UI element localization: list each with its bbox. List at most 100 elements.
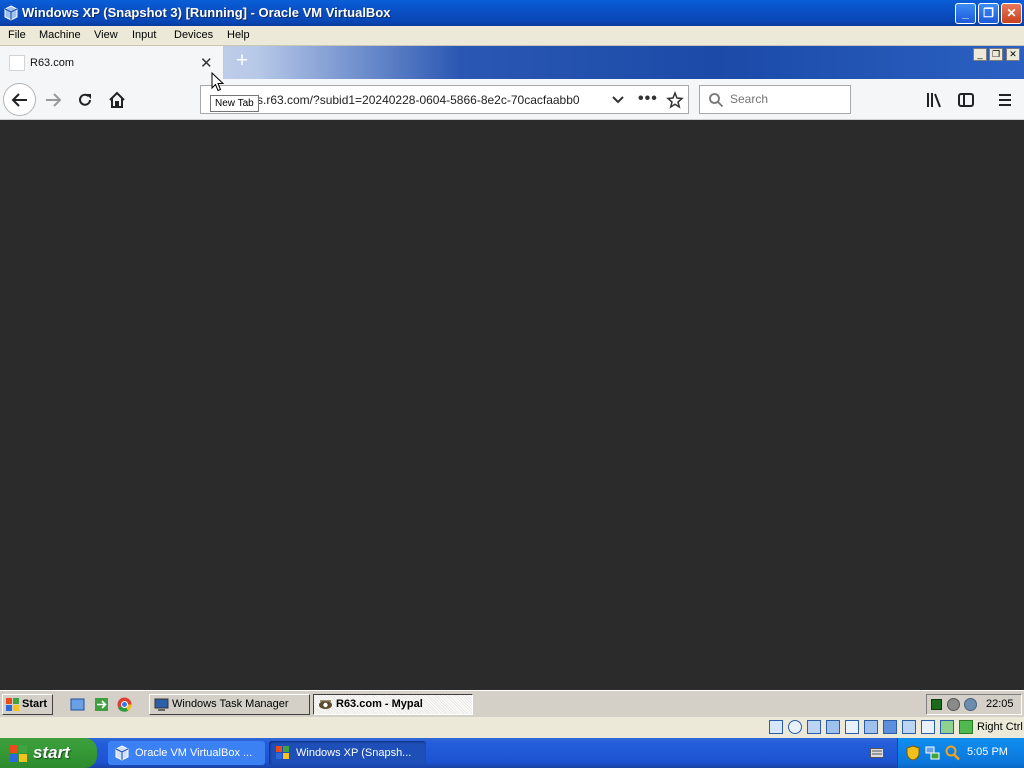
menu-button[interactable] xyxy=(993,88,1017,112)
new-tab-tooltip: New Tab xyxy=(210,95,259,112)
sidebar-icon xyxy=(958,93,974,107)
menu-file[interactable]: File xyxy=(8,29,26,41)
virtualbox-status-bar: Right Ctrl xyxy=(0,717,1024,738)
bookmark-star-icon[interactable] xyxy=(666,91,684,109)
browser-restore-button[interactable]: ❐ xyxy=(989,48,1003,61)
chrome-icon[interactable] xyxy=(117,697,132,712)
tray-network-icon[interactable] xyxy=(964,698,977,711)
host-title-bar[interactable]: Windows XP (Snapshot 3) [Running] - Orac… xyxy=(0,0,1024,26)
shared-folders-icon[interactable] xyxy=(864,720,878,734)
restore-icon: ❐ xyxy=(991,49,1001,59)
windows-vm-icon xyxy=(276,746,289,759)
menu-machine[interactable]: Machine xyxy=(39,29,81,41)
guest-start-label: Start xyxy=(22,698,48,710)
url-text[interactable]: s.r63.com/?subid1=20240228-0604-5866-8e2… xyxy=(257,93,603,107)
new-tab-button[interactable]: + xyxy=(231,50,253,72)
mouse-integration-icon[interactable] xyxy=(940,720,954,734)
page-favicon-icon xyxy=(9,55,25,71)
network-icon[interactable] xyxy=(826,720,840,734)
tab-close-icon[interactable]: ✕ xyxy=(200,54,213,72)
optical-drive-icon[interactable] xyxy=(788,720,802,734)
home-button[interactable] xyxy=(105,88,129,112)
hamburger-menu-icon xyxy=(999,94,1011,106)
keyboard-capture-icon[interactable] xyxy=(959,720,973,734)
restore-button[interactable]: ❐ xyxy=(978,3,999,24)
host-clock: 5:05 PM xyxy=(967,746,1008,758)
host-start-button[interactable]: start xyxy=(0,738,97,768)
tab-title: R63.com xyxy=(30,57,75,69)
guest-start-button[interactable]: Start xyxy=(2,694,53,715)
home-icon xyxy=(109,91,125,108)
security-shield-icon[interactable] xyxy=(906,745,920,761)
host-task-label: Windows XP (Snapsh... xyxy=(296,747,412,759)
host-menu-bar: File Machine View Input Devices Help xyxy=(0,26,1024,46)
cpu-icon[interactable] xyxy=(921,720,935,734)
audio-icon[interactable] xyxy=(807,720,821,734)
hard-disk-icon[interactable] xyxy=(769,720,783,734)
menu-input[interactable]: Input xyxy=(132,29,156,41)
host-task-windows-xp-vm[interactable]: Windows XP (Snapsh... xyxy=(269,741,426,765)
library-button[interactable] xyxy=(922,88,946,112)
close-icon: ✕ xyxy=(1009,49,1017,59)
network-connection-icon[interactable] xyxy=(925,745,940,761)
tray-speaker-icon[interactable] xyxy=(947,698,960,711)
search-bar[interactable] xyxy=(699,85,851,114)
search-icon xyxy=(709,93,724,108)
menu-view[interactable]: View xyxy=(94,29,118,41)
sidebar-button[interactable] xyxy=(954,88,978,112)
search-input[interactable] xyxy=(730,92,845,106)
windows-flag-icon xyxy=(6,698,19,711)
browser-close-button[interactable]: ✕ xyxy=(1006,48,1020,61)
chevron-down-icon[interactable] xyxy=(611,94,625,106)
minimize-icon: _ xyxy=(977,49,983,59)
guest-task-mypal[interactable]: R63.com - Mypal xyxy=(313,694,473,715)
recording-icon[interactable] xyxy=(902,720,916,734)
guest-task-label: R63.com - Mypal xyxy=(336,698,423,710)
forward-arrow-icon xyxy=(46,93,62,107)
tray-monitor-icon[interactable] xyxy=(931,699,942,710)
browser-tab-strip: R63.com ✕ + _ ❐ ✕ xyxy=(0,46,1024,79)
browser-minimize-button[interactable]: _ xyxy=(973,48,987,61)
mouse-cursor-icon xyxy=(211,72,224,92)
virtualbox-icon xyxy=(115,745,129,761)
reload-icon xyxy=(79,93,91,106)
task-manager-icon xyxy=(154,698,169,711)
usb-icon[interactable] xyxy=(845,720,859,734)
forward-button[interactable] xyxy=(41,88,65,112)
search-magnifier-icon[interactable] xyxy=(945,745,960,761)
host-key-label: Right Ctrl xyxy=(977,721,1023,733)
tab-r63[interactable]: R63.com ✕ xyxy=(0,46,224,79)
back-button[interactable] xyxy=(3,83,36,116)
guest-task-task-manager[interactable]: Windows Task Manager xyxy=(149,694,310,715)
keyboard-layout-icon[interactable] xyxy=(870,748,884,758)
host-start-label: start xyxy=(33,743,70,762)
display-icon[interactable] xyxy=(883,720,897,734)
plus-icon: + xyxy=(235,49,249,72)
reload-button[interactable] xyxy=(73,88,97,112)
close-button[interactable]: ✕ xyxy=(1001,3,1022,24)
menu-devices[interactable]: Devices xyxy=(174,29,213,41)
host-window-title: Windows XP (Snapshot 3) [Running] - Orac… xyxy=(22,5,391,20)
guest-system-tray: 22:05 xyxy=(926,694,1022,715)
page-content-area[interactable] xyxy=(0,120,1024,690)
mypal-icon xyxy=(319,700,332,709)
back-arrow-icon xyxy=(11,92,27,107)
host-task-label: Oracle VM VirtualBox ... xyxy=(135,747,253,759)
menu-help[interactable]: Help xyxy=(227,29,250,41)
quick-launch-arrow-icon[interactable] xyxy=(94,697,109,712)
virtualbox-icon xyxy=(4,5,18,21)
minimize-icon: _ xyxy=(962,6,969,20)
guest-taskbar: Start Windows Task Manager R63.com - Myp… xyxy=(0,690,1024,717)
library-icon xyxy=(927,93,941,108)
guest-task-label: Windows Task Manager xyxy=(172,698,289,710)
host-taskbar: start Oracle VM VirtualBox ... Windows X… xyxy=(0,738,1024,768)
url-bar[interactable]: s.r63.com/?subid1=20240228-0604-5866-8e2… xyxy=(200,85,689,114)
close-icon: ✕ xyxy=(1006,6,1017,20)
host-system-tray: 5:05 PM xyxy=(897,738,1024,768)
minimize-button[interactable]: _ xyxy=(955,3,976,24)
restore-icon: ❐ xyxy=(983,6,994,20)
guest-clock: 22:05 xyxy=(986,698,1014,710)
show-desktop-icon[interactable] xyxy=(70,697,85,712)
host-task-virtualbox[interactable]: Oracle VM VirtualBox ... xyxy=(108,741,265,765)
page-actions-icon[interactable]: ••• xyxy=(638,90,658,108)
